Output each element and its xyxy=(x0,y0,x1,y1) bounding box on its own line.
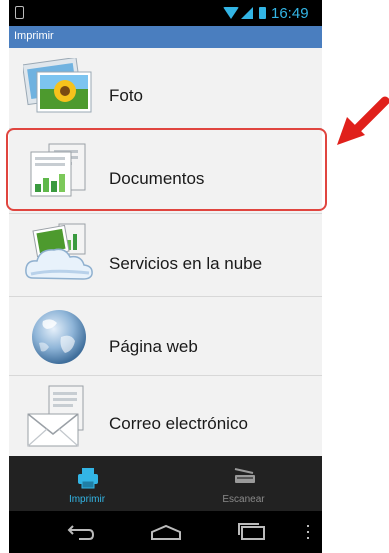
tab-label: Escanear xyxy=(222,494,265,505)
list-item-pagina-web[interactable]: Página web xyxy=(9,297,322,377)
photo-icon xyxy=(23,58,92,113)
printer-icon xyxy=(78,468,98,489)
globe-icon xyxy=(32,310,86,364)
list-item-label: Correo electrónico xyxy=(109,414,248,433)
tab-imprimir[interactable]: Imprimir xyxy=(9,456,165,511)
recent-apps-icon[interactable] xyxy=(237,523,267,541)
list-item-servicios-nube[interactable]: Servicios en la nube xyxy=(9,214,322,294)
signal-icon xyxy=(241,7,253,19)
home-icon[interactable] xyxy=(149,524,183,540)
title-bar: Imprimir xyxy=(9,26,322,48)
list-item-foto[interactable]: Foto xyxy=(9,48,322,128)
red-arrow-icon xyxy=(337,96,389,145)
clock: 16:49 xyxy=(271,5,309,22)
tab-escanear[interactable]: Escanear xyxy=(165,456,322,511)
documentos-highlight-box xyxy=(6,128,327,211)
overflow-menu-icon[interactable] xyxy=(305,524,311,540)
wifi-icon xyxy=(223,7,239,19)
back-icon[interactable] xyxy=(65,524,95,540)
list-item-label: Servicios en la nube xyxy=(109,254,263,273)
list-item-label: Foto xyxy=(109,86,144,105)
battery-icon xyxy=(259,7,266,19)
sim-card-icon xyxy=(15,6,24,19)
phone-screen: 16:49 Imprimir Foto Documentos Servicios… xyxy=(9,0,322,553)
list-item-correo[interactable]: Correo electrónico xyxy=(9,376,322,456)
email-icon xyxy=(27,385,84,447)
system-nav-bar xyxy=(9,511,322,553)
cloud-services-icon xyxy=(25,223,93,280)
status-bar: 16:49 xyxy=(9,0,322,26)
list-item-label: Página web xyxy=(109,337,198,356)
scanner-icon xyxy=(234,468,255,483)
tab-label: Imprimir xyxy=(68,494,106,505)
bottom-tab-bar: Imprimir Escanear xyxy=(9,456,322,511)
page-title: Imprimir xyxy=(14,30,54,42)
